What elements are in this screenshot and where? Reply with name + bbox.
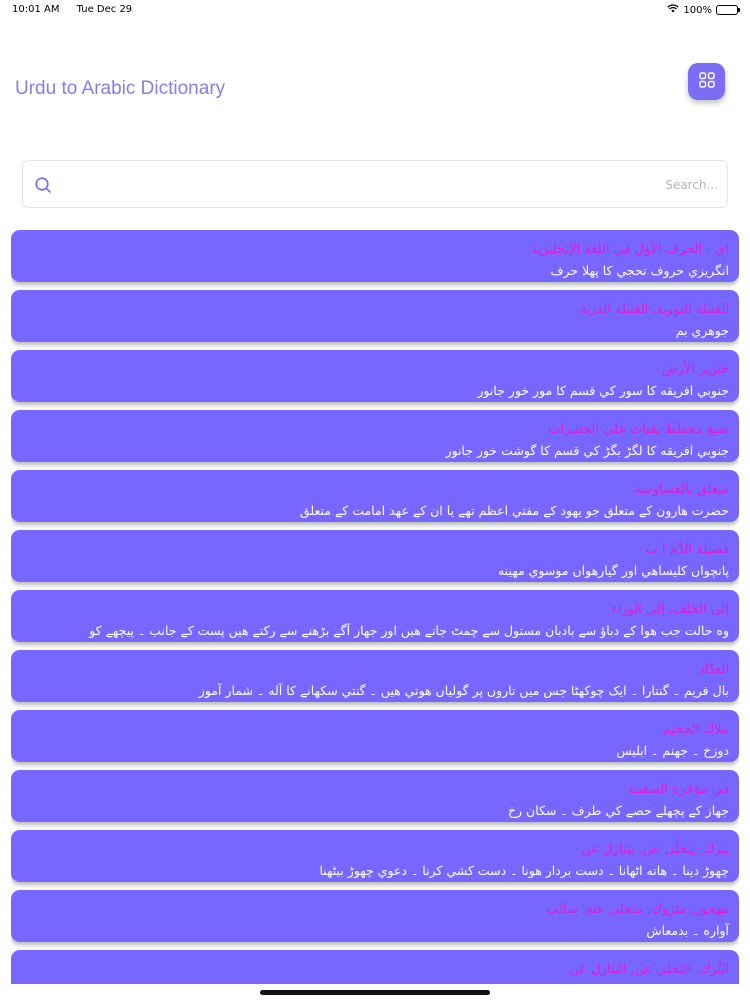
entry-urdu: جهاز کے پچهلے حصے کي طرف ۔ سکان رخ xyxy=(507,803,729,818)
list-item[interactable]: التَّرك, التخلي عن, التنازل عن xyxy=(11,950,739,984)
page-title: Urdu to Arabic Dictionary xyxy=(15,78,226,99)
list-item[interactable]: العدّاد بال فريم ۔ گنتارا ۔ ايک چوکهٹا ج… xyxy=(11,650,739,702)
entry-urdu: دوزخ ۔ جهنم ۔ ابليس xyxy=(616,743,729,758)
entry-urdu: جنوبي افريقه کا سور کي قسم کا مور خور جا… xyxy=(477,383,729,398)
entry-arabic: القنبلة النووية, القنبلة الذرية xyxy=(579,302,729,317)
entry-urdu: وه حالت جب هوا کے دباؤ سے بادبان مستول س… xyxy=(89,623,729,638)
entry-urdu: انگريزي حروف تحجي کا پهلا حرف xyxy=(550,263,729,278)
entry-urdu: جنوبي افريقه کا لگڑ بگڑ کي قسم کا گوشت خ… xyxy=(445,443,729,458)
entry-arabic: في مؤخرة السفينة xyxy=(627,782,729,797)
status-date: Tue Dec 29 xyxy=(76,4,133,15)
entry-urdu: جوهري بم xyxy=(675,323,729,338)
entry-urdu: آواره ۔ بدمعاش xyxy=(646,923,729,938)
home-indicator[interactable] xyxy=(260,990,490,995)
entry-arabic: العدّاد xyxy=(698,662,729,677)
status-bar: 10:01 AM Tue Dec 29 100% xyxy=(0,0,750,20)
battery-icon xyxy=(716,5,740,15)
dictionary-list: اي - الحرف الأول في اللغة الإنجليزية انگ… xyxy=(11,230,739,984)
entry-arabic: ضبع مخطط يقتات على الحشرات xyxy=(548,422,729,437)
list-item[interactable]: فصيلة الدَّم ا ب پانچواں کليساهي اور گيا… xyxy=(11,530,739,582)
search-icon xyxy=(34,176,52,198)
search-box[interactable] xyxy=(22,160,728,208)
status-time: 10:01 AM xyxy=(12,4,60,15)
list-item[interactable]: يترك, يتخلّى عن, يتنازل عن چهوڑ دينا ۔ ه… xyxy=(11,830,739,882)
entry-arabic: ملاك الجحيم xyxy=(662,722,730,737)
entry-arabic: اي - الحرف الأول في اللغة الإنجليزية xyxy=(531,242,729,257)
search-input[interactable] xyxy=(68,169,718,201)
entry-arabic: مهجور, متروك, متخلى عنه, سائب xyxy=(546,902,729,917)
list-item[interactable]: ملاك الجحيم دوزخ ۔ جهنم ۔ ابليس xyxy=(11,710,739,762)
list-item[interactable]: في مؤخرة السفينة جهاز کے پچهلے حصے کي طر… xyxy=(11,770,739,822)
list-item[interactable]: ضبع مخطط يقتات على الحشرات جنوبي افريقه … xyxy=(11,410,739,462)
entry-arabic: فصيلة الدَّم ا ب xyxy=(645,542,729,557)
list-item[interactable]: القنبلة النووية, القنبلة الذرية جوهري بم xyxy=(11,290,739,342)
list-item[interactable]: إلى الخلف, إلى الوراء وه حالت جب هوا کے … xyxy=(11,590,739,642)
list-item[interactable]: مهجور, متروك, متخلى عنه, سائب آواره ۔ بد… xyxy=(11,890,739,942)
entry-urdu: چهوڑ دينا ۔ هاته اٹهانا ۔ دست بردار هونا… xyxy=(319,863,729,878)
entry-urdu: بال فريم ۔ گنتارا ۔ ايک چوکهٹا جس ميں تا… xyxy=(198,683,729,698)
menu-button[interactable] xyxy=(688,63,725,100)
entry-urdu: پانچواں کليساهي اور گيارهواں موسوي مهينه xyxy=(497,563,729,578)
entry-arabic: إلى الخلف, إلى الوراء xyxy=(611,602,729,617)
entry-arabic: التَّرك, التخلي عن, التنازل عن xyxy=(569,962,729,977)
entry-urdu: حضرت هارون کے متعلق جو يهود کے مفتي اعظم… xyxy=(299,503,729,518)
status-left: 10:01 AM Tue Dec 29 xyxy=(12,4,146,15)
grid-icon xyxy=(698,71,715,92)
entry-arabic: يترك, يتخلّى عن, يتنازل عن xyxy=(581,842,729,857)
battery-percent: 100% xyxy=(683,4,712,16)
entry-arabic: متعلق بالقساوسة xyxy=(634,482,729,497)
list-item[interactable]: خنزير الأرض جنوبي افريقه کا سور کي قسم ک… xyxy=(11,350,739,402)
list-item[interactable]: متعلق بالقساوسة حضرت هارون کے متعلق جو ي… xyxy=(11,470,739,522)
list-item[interactable]: اي - الحرف الأول في اللغة الإنجليزية انگ… xyxy=(11,230,739,282)
status-right: 100% xyxy=(667,4,740,16)
wifi-icon xyxy=(667,4,680,16)
entry-arabic: خنزير الأرض xyxy=(661,362,729,377)
